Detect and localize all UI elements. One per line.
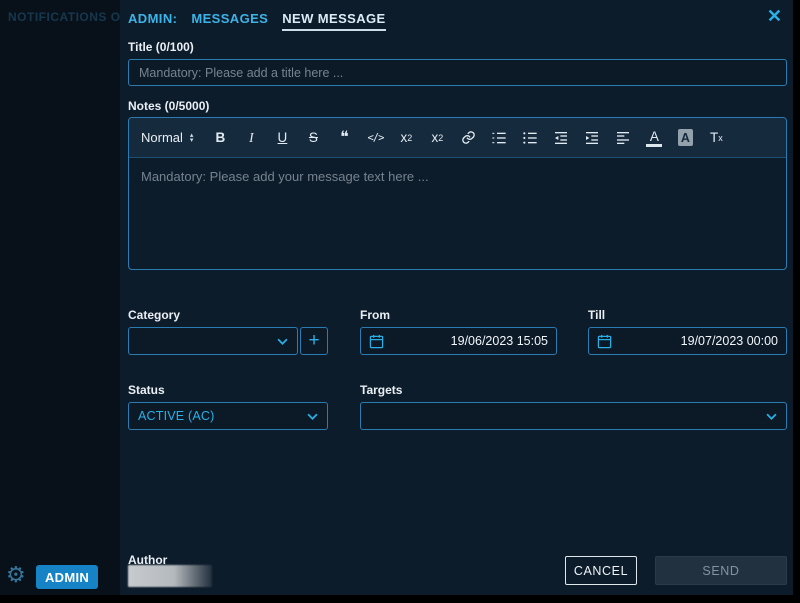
gear-icon[interactable]: ⚙ <box>6 562 26 588</box>
italic-icon[interactable]: I <box>243 127 259 149</box>
notes-placeholder: Mandatory: Please add your message text … <box>141 169 429 184</box>
status-select[interactable]: ACTIVE (AC) <box>128 402 328 430</box>
format-select-value: Normal <box>141 130 183 145</box>
strikethrough-icon[interactable]: S <box>305 127 321 149</box>
notes-editor: Normal ▴▾ B I U S ❝ </> x2 x2 <box>128 117 787 270</box>
title-input[interactable] <box>128 59 787 86</box>
new-message-panel: ADMIN: MESSAGES NEW MESSAGE ✕ Title (0/1… <box>120 0 793 595</box>
bottom-frame-bar <box>0 595 800 603</box>
link-icon[interactable] <box>460 127 476 149</box>
subscript-icon[interactable]: x2 <box>398 127 414 149</box>
till-label: Till <box>588 308 605 322</box>
right-frame-bar <box>793 0 800 603</box>
blockquote-icon[interactable]: ❝ <box>336 127 352 149</box>
till-datetime-value: 19/07/2023 00:00 <box>620 334 778 348</box>
text-color-icon[interactable]: A <box>646 129 662 147</box>
send-button[interactable]: SEND <box>655 556 787 585</box>
status-label: Status <box>128 383 165 397</box>
add-category-button[interactable]: + <box>300 327 328 355</box>
status-select-value: ACTIVE (AC) <box>138 409 307 423</box>
editor-toolbar: Normal ▴▾ B I U S ❝ </> x2 x2 <box>129 118 786 158</box>
outdent-icon[interactable] <box>553 127 569 149</box>
category-label: Category <box>128 308 180 322</box>
notes-label: Notes (0/5000) <box>128 99 209 113</box>
indent-icon[interactable] <box>584 127 600 149</box>
from-datetime-value: 19/06/2023 15:05 <box>392 334 548 348</box>
from-datetime-field[interactable]: 19/06/2023 15:05 <box>360 327 557 355</box>
clear-format-icon[interactable]: Tx <box>708 127 724 149</box>
tab-messages[interactable]: MESSAGES <box>191 11 268 26</box>
chevron-down-icon <box>766 413 777 420</box>
cancel-button[interactable]: CANCEL <box>565 556 637 585</box>
code-block-icon[interactable]: </> <box>367 127 383 149</box>
breadcrumb: ADMIN: MESSAGES NEW MESSAGE <box>128 11 386 31</box>
title-label: Title (0/100) <box>128 40 194 54</box>
notes-input[interactable]: Mandatory: Please add your message text … <box>129 158 786 270</box>
breadcrumb-admin-label: ADMIN: <box>128 11 177 26</box>
highlight-color-icon[interactable]: A <box>677 127 693 149</box>
author-value-redacted <box>128 565 212 587</box>
screen: NOTIFICATIONS O ⚙ ADMIN ADMIN: MESSAGES … <box>0 0 800 603</box>
till-datetime-field[interactable]: 19/07/2023 00:00 <box>588 327 787 355</box>
targets-select[interactable] <box>360 402 787 430</box>
chevron-down-icon <box>307 413 318 420</box>
bold-icon[interactable]: B <box>212 127 228 149</box>
chevron-down-icon <box>277 338 288 345</box>
targets-label: Targets <box>360 383 402 397</box>
close-icon[interactable]: ✕ <box>767 7 782 25</box>
tab-new-message[interactable]: NEW MESSAGE <box>282 11 385 31</box>
align-icon[interactable] <box>615 127 631 149</box>
calendar-icon <box>597 334 612 349</box>
superscript-icon[interactable]: x2 <box>429 127 445 149</box>
from-label: From <box>360 308 390 322</box>
underline-icon[interactable]: U <box>274 127 290 149</box>
calendar-icon <box>369 334 384 349</box>
format-arrows-icon: ▴▾ <box>190 133 194 143</box>
ordered-list-icon[interactable] <box>491 127 507 149</box>
category-select[interactable] <box>128 327 298 355</box>
admin-button[interactable]: ADMIN <box>36 565 98 589</box>
format-select[interactable]: Normal ▴▾ <box>141 130 193 145</box>
bullet-list-icon[interactable] <box>522 127 538 149</box>
